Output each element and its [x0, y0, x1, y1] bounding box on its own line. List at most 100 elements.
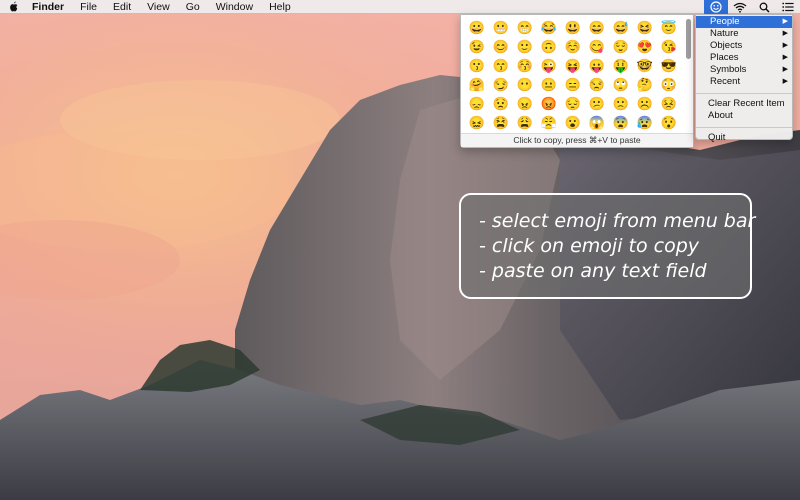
emoji-cell[interactable]: 😇	[657, 18, 681, 37]
emoji-cell[interactable]: 🙄	[609, 75, 633, 94]
menu-item-nature[interactable]: Nature ▶	[696, 28, 792, 40]
list-icon[interactable]	[776, 0, 800, 14]
submenu-arrow-icon: ▶	[782, 30, 788, 37]
emoji-cell[interactable]: 🤑	[609, 56, 633, 75]
emoji-cell[interactable]: 😄	[585, 18, 609, 37]
emoji-cell[interactable]: 😳	[657, 75, 681, 94]
emoji-cell[interactable]: 😔	[561, 94, 585, 113]
emoji-cell[interactable]: 🤗	[465, 75, 489, 94]
emoji-cell[interactable]: 😜	[537, 56, 561, 75]
emoji-cell[interactable]: 😨	[609, 113, 633, 132]
menu-item-places[interactable]: Places ▶	[696, 52, 792, 64]
menu-go[interactable]: Go	[178, 0, 208, 14]
instruction-line: - paste on any text field	[479, 260, 707, 282]
emoji-cell[interactable]: 😌	[609, 37, 633, 56]
wifi-icon[interactable]	[728, 0, 752, 14]
submenu-arrow-icon: ▶	[782, 18, 788, 25]
emoji-cell[interactable]: 😀	[465, 18, 489, 37]
emoji-cell[interactable]: 😆	[633, 18, 657, 37]
emoji-cell[interactable]: 😠	[513, 94, 537, 113]
emoji-cell[interactable]: 😛	[585, 56, 609, 75]
emoji-cell[interactable]: 😶	[513, 75, 537, 94]
menu-item-label: Symbols	[710, 64, 747, 75]
emoji-grid: 😀 😬 😁 😂 😃 😄 😅 😆 😇 😉 😊 🙂 🙃 ☺️ 😋 😌 😍 😘 😗 😙 😚 😜 😝 😛 🤑 🤓 😎 🤗 😏 😶 😐 😑 😒 🙄 🤔 😳 😞 😟 😠…	[465, 18, 683, 135]
emoji-cell[interactable]: ☺️	[561, 37, 585, 56]
emoji-cell[interactable]: 😑	[561, 75, 585, 94]
emoji-cell[interactable]: 😯	[657, 113, 681, 132]
emoji-cell[interactable]: 😏	[489, 75, 513, 94]
menu-file[interactable]: File	[72, 0, 105, 14]
menu-item-about[interactable]: About	[696, 110, 792, 122]
emoji-category-menu: People ▶ Nature ▶ Objects ▶ Places ▶ Sym…	[695, 14, 793, 143]
emoji-cell[interactable]: 😘	[657, 37, 681, 56]
menu-item-label: Recent	[710, 76, 741, 87]
emoji-cell[interactable]: 🙂	[513, 37, 537, 56]
menu-item-objects[interactable]: Objects ▶	[696, 40, 792, 52]
emoji-cell[interactable]: 😅	[609, 18, 633, 37]
instruction-line: - click on emoji to copy	[479, 235, 700, 257]
status-area	[704, 0, 800, 14]
emoji-scroll-thumb[interactable]	[686, 19, 691, 59]
emoji-cell[interactable]: 😋	[585, 37, 609, 56]
menu-app-finder[interactable]: Finder	[28, 0, 72, 14]
emoji-cell[interactable]: 😱	[585, 113, 609, 132]
emoji-scrollbar[interactable]	[685, 17, 692, 135]
menu-item-label: Objects	[710, 40, 743, 51]
emoji-cell[interactable]: 🙁	[609, 94, 633, 113]
emoji-cell[interactable]: 😊	[489, 37, 513, 56]
search-icon[interactable]	[752, 0, 776, 14]
emoji-cell[interactable]: 😩	[513, 113, 537, 132]
emoji-cell[interactable]: 😂	[537, 18, 561, 37]
emoji-cell[interactable]: 😐	[537, 75, 561, 94]
instruction-line: - select emoji from menu bar	[479, 210, 756, 232]
emoji-cell[interactable]: 😗	[465, 56, 489, 75]
menu-item-clear-recent[interactable]: Clear Recent Item	[696, 98, 792, 110]
menu-item-people[interactable]: People ▶	[696, 16, 792, 28]
emoji-cell[interactable]: 🤔	[633, 75, 657, 94]
emoji-cell[interactable]: ☹️	[633, 94, 657, 113]
emoji-cell[interactable]: 😎	[657, 56, 681, 75]
emoji-cell[interactable]: 😬	[489, 18, 513, 37]
apple-menu-icon[interactable]	[0, 1, 28, 12]
menu-help[interactable]: Help	[261, 0, 299, 14]
menu-item-quit[interactable]: Quit	[696, 132, 792, 144]
submenu-arrow-icon: ▶	[782, 66, 788, 73]
emoji-cell[interactable]: 😖	[465, 113, 489, 132]
menu-separator	[696, 127, 792, 128]
emoji-cell[interactable]: 😮	[561, 113, 585, 132]
menu-item-label: Places	[710, 52, 739, 63]
menu-window[interactable]: Window	[208, 0, 261, 14]
emoji-cell[interactable]: 😞	[465, 94, 489, 113]
instruction-callout: - select emoji from menu bar - click on …	[459, 193, 756, 299]
emoji-cell[interactable]: 🤓	[633, 56, 657, 75]
copy-hint: Click to copy, press ⌘+V to paste	[461, 133, 693, 147]
menu-separator	[696, 93, 792, 94]
menu-item-recent[interactable]: Recent ▶	[696, 76, 792, 88]
menu-item-label: People	[710, 16, 740, 27]
emoji-cell[interactable]: 😉	[465, 37, 489, 56]
emoji-cell[interactable]: 😰	[633, 113, 657, 132]
menu-item-symbols[interactable]: Symbols ▶	[696, 64, 792, 76]
emoji-cell[interactable]: 😫	[489, 113, 513, 132]
emoji-cell[interactable]: 😟	[489, 94, 513, 113]
emoji-cell[interactable]: 😃	[561, 18, 585, 37]
menu-bar: Finder File Edit View Go Window Help	[0, 0, 800, 14]
emoji-cell[interactable]: 😒	[585, 75, 609, 94]
emoji-cell[interactable]: 😝	[561, 56, 585, 75]
emoji-cell[interactable]: 😍	[633, 37, 657, 56]
emoji-cell[interactable]: 😕	[585, 94, 609, 113]
emoji-smiley-icon[interactable]	[704, 0, 728, 14]
emoji-cell[interactable]: 😙	[489, 56, 513, 75]
emoji-cell[interactable]: 😡	[537, 94, 561, 113]
emoji-cell[interactable]: 😚	[513, 56, 537, 75]
menu-edit[interactable]: Edit	[105, 0, 139, 14]
menu-item-label: Nature	[710, 28, 739, 39]
emoji-cell[interactable]: 🙃	[537, 37, 561, 56]
emoji-cell[interactable]: 😁	[513, 18, 537, 37]
submenu-arrow-icon: ▶	[782, 78, 788, 85]
submenu-arrow-icon: ▶	[782, 42, 788, 49]
emoji-cell[interactable]: 😤	[537, 113, 561, 132]
emoji-panel: 😀 😬 😁 😂 😃 😄 😅 😆 😇 😉 😊 🙂 🙃 ☺️ 😋 😌 😍 😘 😗 😙 😚 😜 😝 😛 🤑 🤓 😎 🤗 😏 😶 😐 😑 😒 🙄 🤔 😳 😞 😟 😠…	[460, 14, 694, 148]
menu-view[interactable]: View	[139, 0, 178, 14]
emoji-cell[interactable]: 😣	[657, 94, 681, 113]
